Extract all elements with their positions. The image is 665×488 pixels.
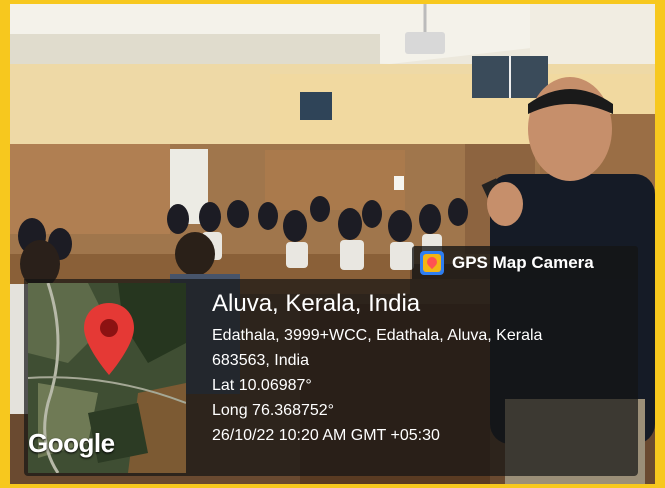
app-name: GPS Map Camera	[452, 252, 594, 272]
gps-map-camera-tag: GPS Map Camera	[412, 246, 638, 279]
photo-frame: GPS Map Camera Google Aluva, Kerala, Ind…	[0, 0, 665, 488]
address-line-1: Edathala, 3999+WCC, Edathala, Aluva, Ker…	[212, 327, 543, 344]
map-brand-label: Google	[28, 428, 115, 458]
datetime: 26/10/22 10:20 AM GMT +05:30	[212, 427, 440, 444]
address-line-2: 683563, India	[212, 352, 309, 369]
mini-map: Google	[28, 283, 186, 473]
location-info: Aluva, Kerala, India Edathala, 3999+WCC,…	[212, 289, 542, 448]
gps-map-camera-icon	[420, 250, 444, 275]
longitude: Long 76.368752°	[212, 402, 335, 419]
latitude: Lat 10.06987°	[212, 377, 312, 394]
location-title: Aluva, Kerala, India	[212, 290, 421, 317]
